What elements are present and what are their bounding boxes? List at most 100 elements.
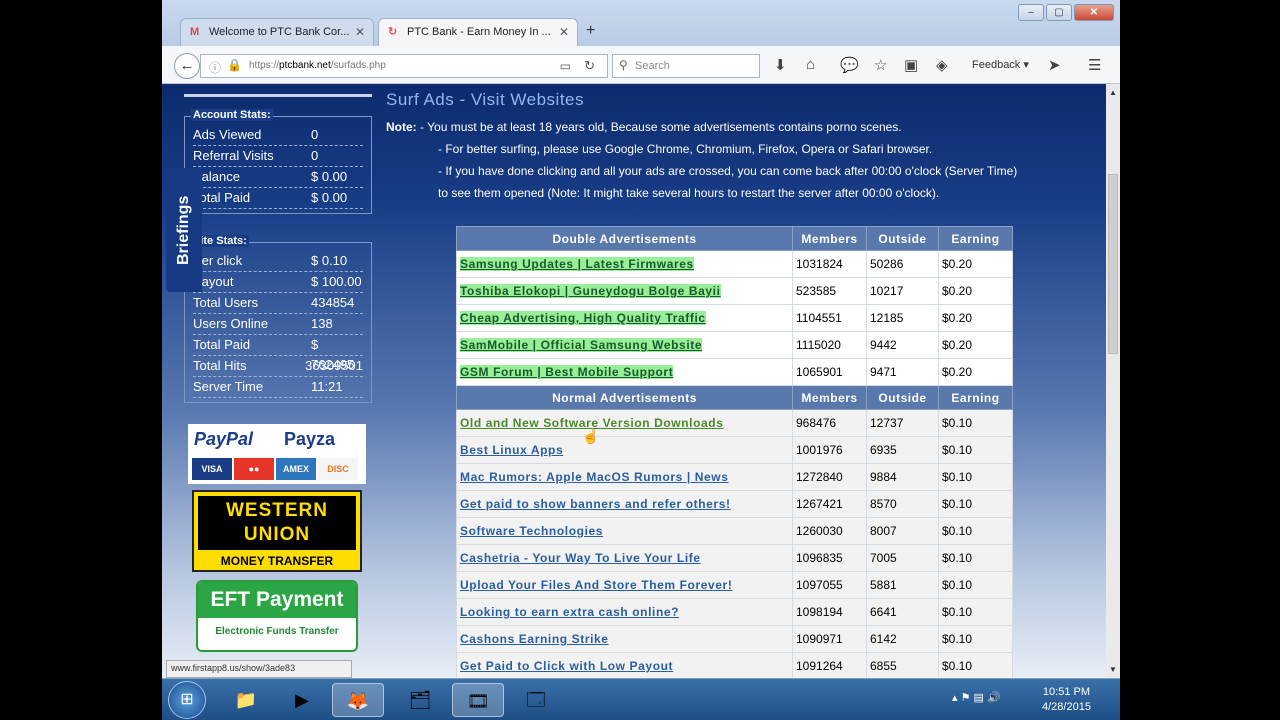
close-tab-icon[interactable]: ✕ bbox=[559, 25, 569, 39]
scroll-up-icon[interactable]: ▲ bbox=[1109, 88, 1117, 97]
download-icon[interactable]: ⬇ bbox=[774, 56, 787, 74]
outside-cell: 50286 bbox=[866, 250, 939, 278]
scroll-down-icon[interactable]: ▼ bbox=[1109, 665, 1117, 674]
ad-row: Looking to earn extra cash online? 109819… bbox=[456, 598, 1013, 626]
clipboard-icon[interactable]: ▣ bbox=[904, 56, 918, 74]
close-tab-icon[interactable]: ✕ bbox=[355, 25, 365, 39]
members-cell: 1090971 bbox=[792, 625, 867, 653]
volume-icon[interactable]: 🔊 bbox=[987, 692, 1001, 704]
earning-cell: $0.10 bbox=[938, 598, 1013, 626]
column-header: Outside bbox=[866, 385, 939, 410]
maximize-button[interactable]: ▢ bbox=[1046, 4, 1072, 21]
ad-link[interactable]: Mac Rumors: Apple MacOS Rumors | News bbox=[460, 470, 729, 484]
minimize-button[interactable]: – bbox=[1018, 4, 1044, 21]
scrollbar-thumb[interactable] bbox=[1108, 174, 1118, 354]
start-button[interactable]: ⊞ bbox=[168, 681, 206, 719]
pocket-icon[interactable]: ◈ bbox=[936, 56, 948, 74]
info-icon[interactable]: ⓘ bbox=[209, 59, 221, 76]
outside-cell: 9442 bbox=[866, 331, 939, 359]
ad-title-cell: Software Technologies bbox=[456, 517, 793, 545]
ad-link[interactable]: Cashons Earning Strike bbox=[460, 632, 609, 646]
send-icon[interactable]: ➤ bbox=[1048, 56, 1061, 74]
close-window-button[interactable]: ✕ bbox=[1074, 4, 1114, 21]
ad-link[interactable]: GSM Forum | Best Mobile Support bbox=[460, 365, 674, 379]
feedback-button[interactable]: Feedback ▾ bbox=[972, 58, 1029, 71]
app-icon[interactable]: 🗔 bbox=[510, 683, 562, 717]
western-union-logo: WESTERN UNION MONEY TRANSFER bbox=[192, 490, 362, 572]
ad-link[interactable]: Looking to earn extra cash online? bbox=[460, 605, 679, 619]
briefings-tab[interactable]: Briefings bbox=[166, 168, 202, 292]
ad-row: Cashetria - Your Way To Live Your Life 10… bbox=[456, 544, 1013, 572]
stat-value: $ 0.10 bbox=[311, 253, 348, 268]
taskbar: ⊞ 📁 ▶ 🦊 🗂 🎞 🗔 ▴ ⚑ ▤ 🔊 10:51 PM 4/28/2015 bbox=[162, 678, 1120, 720]
ad-link[interactable]: Cashetria - Your Way To Live Your Life bbox=[460, 551, 701, 565]
stat-label: Referral Visits bbox=[193, 148, 274, 163]
ad-title-cell: Upload Your Files And Store Them Forever… bbox=[456, 571, 793, 599]
stat-value: 434854 bbox=[311, 295, 355, 310]
ad-link[interactable]: Upload Your Files And Store Them Forever… bbox=[460, 578, 732, 592]
ad-link[interactable]: Toshiba Elokopi | Guneydogu Bolge Bayii bbox=[460, 284, 721, 298]
flag-icon[interactable]: ⚑ bbox=[961, 692, 971, 704]
url-domain: ptcbank.net bbox=[279, 60, 331, 71]
stat-label: Ads Viewed bbox=[193, 127, 262, 142]
explorer-icon[interactable]: 📁 bbox=[220, 683, 272, 717]
stat-value: 0 bbox=[311, 127, 319, 142]
new-tab-icon[interactable]: + bbox=[586, 22, 595, 40]
chat-icon[interactable]: 💬 bbox=[840, 56, 859, 74]
menu-icon[interactable]: ☰ bbox=[1088, 56, 1101, 74]
stat-value: $ 100.00 bbox=[311, 274, 362, 289]
vertical-scrollbar[interactable]: ▲ ▼ bbox=[1106, 84, 1120, 678]
members-cell: 1115020 bbox=[792, 331, 867, 359]
tab-label: Welcome to PTC Bank Cor... bbox=[209, 26, 350, 38]
column-header: Members bbox=[792, 226, 867, 251]
network-icon[interactable]: ▤ bbox=[974, 692, 984, 704]
ad-title-cell: Old and New Software Version Downloads bbox=[456, 409, 793, 437]
ad-row: Get Paid to Click with Low Payout 1091264… bbox=[456, 652, 1013, 678]
back-button[interactable]: ← bbox=[174, 53, 200, 79]
ad-title-cell: Mac Rumors: Apple MacOS Rumors | News bbox=[456, 463, 793, 491]
folder-icon[interactable]: 🗂 bbox=[394, 683, 446, 717]
clock[interactable]: 10:51 PM 4/28/2015 bbox=[1042, 685, 1091, 715]
home-icon[interactable]: ⌂ bbox=[806, 56, 815, 73]
tab-gmail[interactable]: M Welcome to PTC Bank Cor... ✕ bbox=[180, 18, 374, 46]
note-label: Note: bbox=[386, 120, 417, 134]
video-editor-icon[interactable]: 🎞 bbox=[452, 683, 504, 717]
visa-logo: VISA bbox=[192, 458, 232, 480]
tab-ptcbank[interactable]: ↻ PTC Bank - Earn Money In ... ✕ bbox=[378, 18, 578, 46]
show-hidden-icons-icon[interactable]: ▴ bbox=[952, 692, 958, 704]
ad-link[interactable]: Best Linux Apps bbox=[460, 443, 563, 457]
search-icon: ⚲ bbox=[619, 58, 628, 72]
search-input[interactable]: ⚲ Search bbox=[612, 54, 760, 78]
ad-link[interactable]: SamMobile | Official Samsung Website bbox=[460, 338, 703, 352]
note-line: - You must be at least 18 years old, Bec… bbox=[420, 120, 902, 134]
outside-cell: 6935 bbox=[866, 436, 939, 464]
bookmark-star-icon[interactable]: ☆ bbox=[874, 56, 887, 74]
western-union-text: WESTERN UNION bbox=[198, 496, 356, 550]
stat-row: Users Online 138 bbox=[193, 314, 363, 335]
ad-link[interactable]: Get paid to show banners and refer other… bbox=[460, 497, 731, 511]
ad-link[interactable]: Cheap Advertising, High Quality Traffic bbox=[460, 311, 706, 325]
note-line: to see them opened (Note: It might take … bbox=[438, 186, 940, 200]
ad-row: Toshiba Elokopi | Guneydogu Bolge Bayii 5… bbox=[456, 277, 1013, 305]
ad-link[interactable]: Samsung Updates | Latest Firmwares bbox=[460, 257, 694, 271]
earning-cell: $0.10 bbox=[938, 436, 1013, 464]
url-path: /surfads.php bbox=[330, 60, 386, 71]
stat-row: Ads Viewed 0 bbox=[193, 125, 363, 146]
firefox-icon[interactable]: 🦊 bbox=[332, 683, 384, 717]
earning-cell: $0.10 bbox=[938, 409, 1013, 437]
outside-cell: 9884 bbox=[866, 463, 939, 491]
reader-view-icon[interactable]: ▭ bbox=[560, 59, 571, 73]
eft-title: EFT Payment bbox=[198, 582, 356, 618]
outside-cell: 6641 bbox=[866, 598, 939, 626]
url-bar[interactable]: ⓘ 🔒 https://ptcbank.net/surfads.php ▭ ↻ bbox=[200, 54, 608, 78]
tab-label: PTC Bank - Earn Money In ... bbox=[407, 26, 551, 38]
ad-row: Samsung Updates | Latest Firmwares 103182… bbox=[456, 250, 1013, 278]
media-player-icon[interactable]: ▶ bbox=[276, 683, 328, 717]
ad-link[interactable]: Get Paid to Click with Low Payout bbox=[460, 659, 673, 673]
ad-link[interactable]: Software Technologies bbox=[460, 524, 603, 538]
ad-title-cell: Cashetria - Your Way To Live Your Life bbox=[456, 544, 793, 572]
reload-icon[interactable]: ↻ bbox=[584, 58, 595, 74]
column-header: Normal Advertisements bbox=[456, 385, 793, 410]
ad-title-cell: Samsung Updates | Latest Firmwares bbox=[456, 250, 793, 278]
stat-label: Total Paid bbox=[193, 337, 251, 352]
